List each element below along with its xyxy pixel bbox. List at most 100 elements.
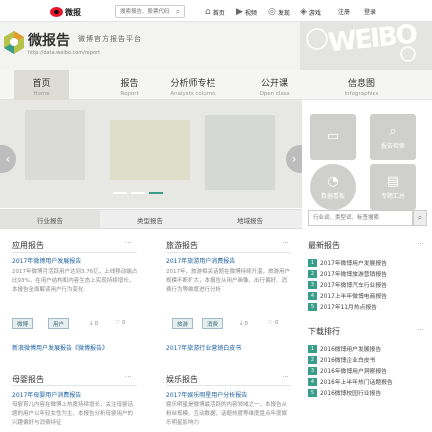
download-count[interactable]: ⤓ 0 (240, 320, 248, 327)
carousel-dot[interactable] (131, 192, 145, 194)
divider (166, 385, 291, 386)
brand-title: 微报告 (28, 33, 70, 49)
like-count-value: 0 (274, 320, 279, 326)
report-title-link[interactable]: 2017年旅游用户消费报告 (166, 256, 294, 265)
tab-report[interactable]: 报告 Report (102, 70, 157, 100)
list-item-label: 2016年微博用户洞察报告 (320, 369, 387, 375)
section-title: 旅游报告 (166, 241, 198, 250)
tab-open-class-label: 公开课 (260, 79, 288, 89)
report-description: 2017年，旅游相关话题在微博持续升温，旅游用户规模不断扩大，本报告从用户画像、… (166, 269, 290, 293)
list-item[interactable]: 2 2017年微博旅游营销报告 (308, 268, 432, 279)
carousel-slide-image (110, 120, 190, 180)
tile-report-search-label: 报告检索 (380, 143, 405, 150)
rank-badge: 4 (308, 291, 317, 300)
divider (12, 252, 137, 253)
rank-badge: 1 (308, 344, 317, 353)
discover-icon: ◎ (268, 7, 276, 17)
tag-button[interactable]: 微博 (12, 318, 34, 329)
related-report-link[interactable]: 新浪微博用户发展报告《微博报告》 (12, 343, 140, 352)
section-more-button[interactable]: ··· (125, 373, 132, 381)
list-item[interactable]: 1 2017年微博用户发展报告 (308, 257, 432, 268)
nav-game[interactable]: ◈ 游戏 (300, 7, 321, 17)
carousel-dot-active[interactable] (149, 192, 163, 194)
section-more-button[interactable]: ··· (282, 239, 289, 247)
nav-video[interactable]: ▶ 视频 (236, 7, 257, 17)
game-icon: ◈ (300, 7, 307, 17)
download-count[interactable]: ⤓ 0 (90, 320, 98, 327)
section-title: 母婴报告 (12, 375, 44, 384)
list-item[interactable]: 1 2016微博用户发展报告 (308, 343, 432, 354)
tab-analysts[interactable]: 分析师专栏 Analysts column (158, 70, 228, 100)
tag-button[interactable]: 用户 (48, 318, 70, 329)
list-item[interactable]: 4 2017上半年微博电商报告 (308, 290, 432, 301)
brand-url[interactable]: http://data.weibo.com/report (28, 50, 100, 56)
download-count-value: 0 (244, 320, 248, 327)
download-icon: ⤓ (90, 320, 93, 326)
like-count[interactable]: ♡ 0 (268, 320, 278, 326)
tile-bookmark[interactable]: ▭ (310, 114, 356, 160)
rank-badge: 2 (308, 269, 317, 278)
report-search-input[interactable] (308, 210, 413, 226)
tile-dashboard[interactable]: ◔ 数据看板 (310, 164, 356, 210)
report-title-link[interactable]: 2017年母婴用户消费报告 (12, 390, 140, 399)
tag-button[interactable]: 旅游 (172, 318, 194, 329)
section-title: 应用报告 (12, 241, 44, 250)
weibo-logo[interactable]: 微报 (50, 6, 81, 18)
divider (12, 385, 137, 386)
tag-button[interactable]: 消费 (202, 318, 224, 329)
report-title-link[interactable]: 2017年娱乐明星用户分析报告 (166, 390, 294, 399)
list-item[interactable]: 2 2016微博企业白皮书 (308, 354, 432, 365)
tile-report-search[interactable]: ⌕ 报告检索 (370, 114, 416, 160)
register-link[interactable]: 注册 (338, 7, 350, 16)
tile-topics[interactable]: ▤ 专题汇总 (370, 164, 416, 210)
divider (166, 252, 291, 253)
rank-badge: 5 (308, 388, 317, 397)
download-more-button[interactable]: ··· (417, 326, 424, 337)
tab-home[interactable]: 首页 Home (14, 70, 69, 100)
like-count-value: 0 (121, 320, 126, 326)
list-item-label: 2017年微博旅游营销报告 (320, 272, 387, 278)
latest-header: 最新报告 ··· (308, 240, 424, 251)
list-item[interactable]: 4 2016年上半年热门话题报告 (308, 376, 432, 387)
section-more-button[interactable]: ··· (282, 373, 289, 381)
tab-home-sublabel: Home (33, 91, 50, 97)
report-title-link[interactable]: 2017年微博用户发展报告 (12, 256, 140, 265)
latest-list: 1 2017年微博用户发展报告 2 2017年微博旅游营销报告 3 2017年微博汽车… (308, 257, 432, 312)
download-list: 1 2016微博用户发展报告 2 2016微博企业白皮书 3 2016年微博用户洞察报… (308, 343, 432, 398)
list-item[interactable]: 3 2016年微博用户洞察报告 (308, 365, 432, 376)
tile-topics-label: 专题汇总 (380, 193, 405, 200)
nav-home[interactable]: ⌂ 首页 (205, 7, 225, 17)
subtab-region[interactable]: 地域报告 (200, 210, 300, 228)
rank-badge: 4 (308, 377, 317, 386)
list-item-label: 2016年上半年热门话题报告 (320, 380, 393, 386)
book-icon: ▤ (386, 174, 400, 189)
like-count[interactable]: ♡ 0 (115, 320, 125, 326)
carousel-dot[interactable] (113, 192, 127, 194)
chart-icon: ◔ (327, 174, 339, 189)
home-icon: ⌂ (205, 7, 211, 17)
subtab-type[interactable]: 类型报告 (100, 210, 200, 228)
nav-home-label: 首页 (212, 9, 225, 17)
related-report-link[interactable]: 2017年旅游行业营销白皮书 (166, 343, 294, 352)
rank-badge: 3 (308, 366, 317, 375)
rank-badge: 1 (308, 258, 317, 267)
download-icon: ⤓ (240, 320, 243, 326)
tab-infographics[interactable]: 信息图 Infographics (334, 70, 389, 100)
tab-open-class[interactable]: 公开课 Open class (247, 70, 302, 100)
search-icon[interactable]: ⌕ (173, 6, 183, 17)
search-icon[interactable]: ⌕ (413, 210, 427, 226)
nav-discover[interactable]: ◎ 发现 (268, 7, 290, 17)
section-more-button[interactable]: ··· (125, 239, 132, 247)
subtab-industry[interactable]: 行业报告 (0, 210, 100, 228)
tab-analysts-sublabel: Analysts column (170, 91, 216, 97)
login-link[interactable]: 登录 (364, 7, 376, 16)
tile-dashboard-label: 数据看板 (320, 193, 345, 200)
list-item[interactable]: 5 2016微博校园行业报告 (308, 387, 432, 398)
list-item-label: 2016微博企业白皮书 (320, 358, 376, 364)
report-description: 母婴育儿内容在微博上热度持续增长，关注母婴话题的用户以年轻女性为主，本报告分析母… (12, 402, 134, 426)
carousel-slide-image (205, 115, 275, 190)
banner-art: WEIBO (300, 19, 432, 70)
latest-more-button[interactable]: ··· (417, 240, 424, 251)
list-item[interactable]: 5 2017年11月热点报告 (308, 301, 432, 312)
list-item[interactable]: 3 2017年微博汽车行业报告 (308, 279, 432, 290)
